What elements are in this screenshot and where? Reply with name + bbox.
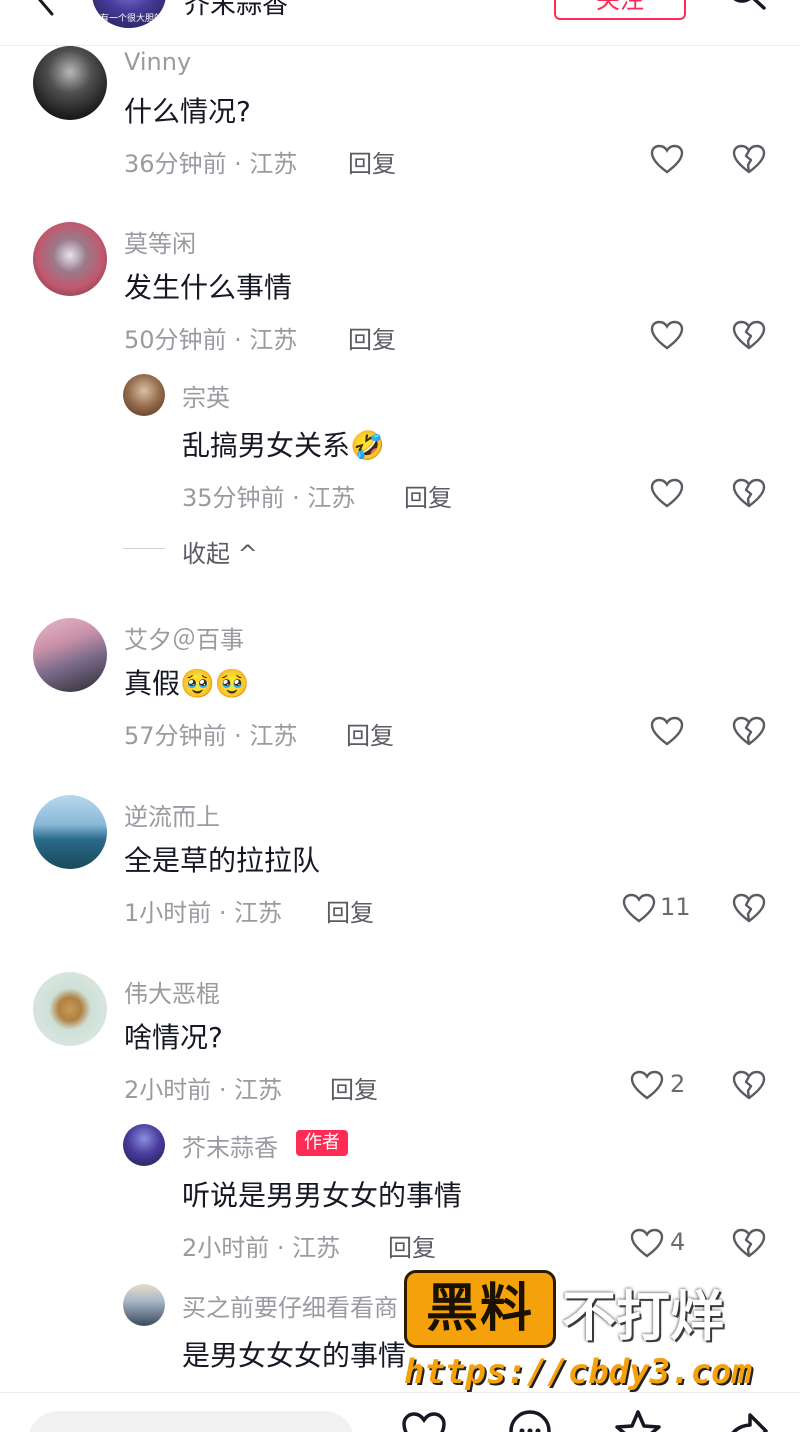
reply-button[interactable]: 回复 bbox=[346, 716, 394, 751]
reply-button[interactable]: 回复 bbox=[388, 1228, 436, 1263]
follow-button[interactable]: 关注 bbox=[554, 0, 686, 20]
favorite-star-icon[interactable] bbox=[614, 1409, 662, 1432]
reply-username[interactable]: 芥末蒜香 bbox=[182, 1128, 278, 1163]
reply-button[interactable]: 回复 bbox=[348, 320, 396, 355]
comment-username[interactable]: Vinny bbox=[124, 48, 191, 76]
dislike-broken-heart-icon[interactable] bbox=[732, 319, 766, 351]
top-bar: 有一个很大胆的想 芥末蒜香 关注 bbox=[0, 0, 800, 46]
watermark-badge-text: 黑料 bbox=[425, 1279, 534, 1339]
author-name[interactable]: 芥末蒜香 bbox=[184, 0, 288, 21]
reply-button[interactable]: 回复 bbox=[404, 478, 452, 513]
like-heart-icon[interactable] bbox=[650, 144, 684, 174]
user-avatar[interactable] bbox=[33, 46, 107, 120]
reply-text: 听说是男男女女的事情 bbox=[182, 1179, 463, 1212]
comment-username[interactable]: 莫等闲 bbox=[124, 224, 196, 259]
comment-meta: 1小时前 · 江苏 bbox=[124, 899, 283, 927]
like-count: 11 bbox=[660, 893, 691, 921]
comment-bubble-icon[interactable] bbox=[506, 1409, 554, 1432]
like-heart-icon[interactable] bbox=[650, 478, 684, 508]
collapse-replies-button[interactable]: 收起 ^ bbox=[182, 534, 258, 569]
comment-username[interactable]: 逆流而上 bbox=[124, 797, 220, 832]
reply-text: 乱搞男女关系🤣 bbox=[182, 429, 385, 462]
comment-meta: 50分钟前 · 江苏 bbox=[124, 326, 298, 354]
like-heart-icon[interactable] bbox=[622, 893, 656, 923]
user-avatar[interactable] bbox=[123, 1124, 165, 1166]
dislike-broken-heart-icon[interactable] bbox=[732, 143, 766, 175]
reply-username[interactable]: 买之前要仔细看看商 bbox=[182, 1288, 398, 1323]
reply-button[interactable]: 回复 bbox=[326, 893, 374, 928]
like-heart-icon[interactable] bbox=[630, 1228, 664, 1258]
comment-username[interactable]: 艾夕＠百事 bbox=[124, 620, 244, 655]
like-heart-icon[interactable] bbox=[650, 320, 684, 350]
comment-text: 发生什么事情 bbox=[124, 271, 293, 304]
like-heart-icon[interactable] bbox=[630, 1070, 664, 1100]
user-avatar[interactable] bbox=[33, 222, 107, 296]
bottom-bar bbox=[0, 1392, 800, 1432]
comment-text: 真假🥹🥹 bbox=[124, 667, 250, 700]
like-count: 2 bbox=[670, 1070, 686, 1098]
reply-username[interactable]: 宗英 bbox=[182, 378, 230, 413]
like-heart-icon[interactable] bbox=[650, 716, 684, 746]
reply-button[interactable]: 回复 bbox=[330, 1070, 378, 1105]
user-avatar[interactable] bbox=[123, 374, 165, 416]
reply-button[interactable]: 回复 bbox=[348, 144, 396, 179]
back-arrow-icon[interactable] bbox=[30, 0, 62, 16]
search-icon[interactable] bbox=[724, 0, 768, 18]
comment-username[interactable]: 伟大恶棍 bbox=[124, 974, 220, 1009]
comment-input[interactable] bbox=[28, 1411, 354, 1432]
dislike-broken-heart-icon[interactable] bbox=[732, 1069, 766, 1101]
like-count: 4 bbox=[670, 1228, 686, 1256]
dislike-broken-heart-icon[interactable] bbox=[732, 1227, 766, 1259]
comment-meta: 57分钟前 · 江苏 bbox=[124, 722, 298, 750]
user-avatar[interactable] bbox=[33, 972, 107, 1046]
comment-text: 全是草的拉拉队 bbox=[124, 844, 321, 877]
share-arrow-icon[interactable] bbox=[722, 1409, 770, 1432]
dislike-broken-heart-icon[interactable] bbox=[732, 715, 766, 747]
comment-text: 什么情况? bbox=[124, 95, 251, 128]
reply-text: 是男女女女的事情 bbox=[182, 1339, 407, 1372]
user-avatar[interactable] bbox=[123, 1284, 165, 1326]
reply-meta: 2小时前 · 江苏 bbox=[182, 1234, 341, 1262]
user-avatar[interactable] bbox=[33, 618, 107, 692]
comment-text: 啥情况? bbox=[124, 1021, 223, 1054]
author-avatar-caption: 有一个很大胆的想 bbox=[100, 14, 173, 24]
comment-meta: 2小时前 · 江苏 bbox=[124, 1076, 283, 1104]
watermark-badge: 黑料 bbox=[404, 1270, 556, 1348]
user-avatar[interactable] bbox=[33, 795, 107, 869]
author-badge: 作者 bbox=[296, 1130, 348, 1156]
watermark-text: 不打烊 bbox=[562, 1285, 724, 1348]
dislike-broken-heart-icon[interactable] bbox=[732, 477, 766, 509]
dislike-broken-heart-icon[interactable] bbox=[732, 892, 766, 924]
laughing-emoji: 🤣 bbox=[350, 429, 385, 462]
pleading-emoji: 🥹🥹 bbox=[180, 667, 250, 700]
comment-meta: 36分钟前 · 江苏 bbox=[124, 150, 298, 178]
reply-meta: 35分钟前 · 江苏 bbox=[182, 484, 356, 512]
watermark-url: https://cbdy3.com bbox=[404, 1352, 752, 1392]
collapse-divider bbox=[123, 548, 165, 549]
like-heart-icon[interactable] bbox=[400, 1409, 448, 1432]
